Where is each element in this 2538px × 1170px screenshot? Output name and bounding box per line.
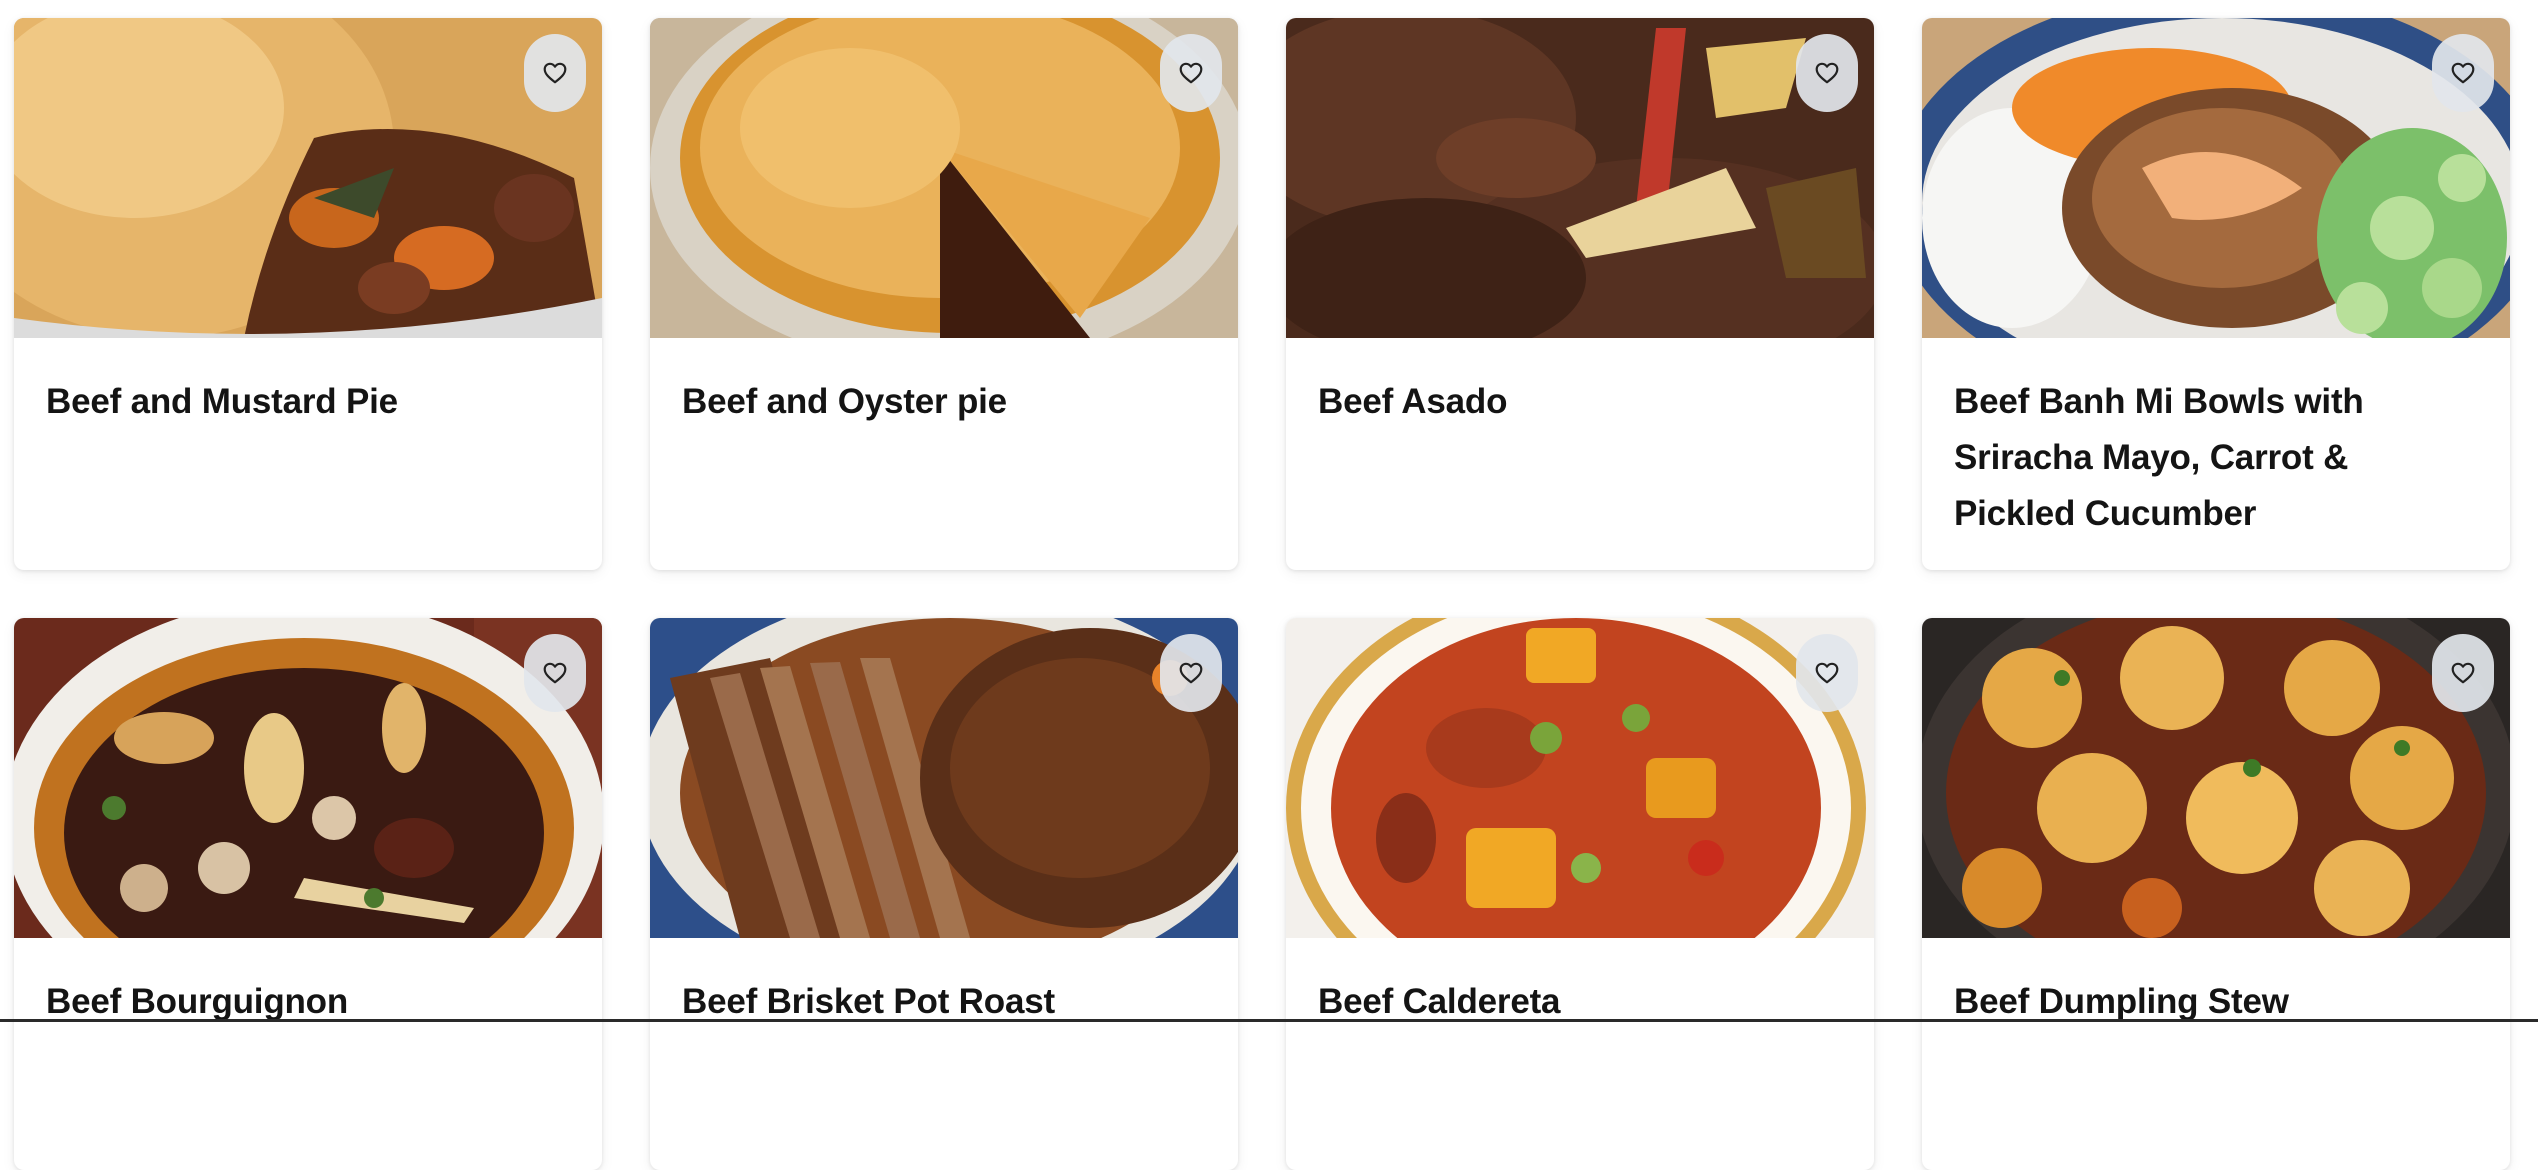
- recipe-title[interactable]: Beef and Mustard Pie: [14, 338, 602, 430]
- recipe-image[interactable]: [650, 18, 1238, 338]
- beef-caldereta-photo: [1286, 618, 1874, 938]
- recipe-card-beef-and-mustard-pie[interactable]: Beef and Mustard Pie: [14, 18, 602, 570]
- heart-outline-icon: [543, 662, 567, 684]
- recipe-card-beef-dumpling-stew[interactable]: Beef Dumpling Stew: [1922, 618, 2510, 1170]
- recipe-card-beef-bourguignon[interactable]: Beef Bourguignon: [14, 618, 602, 1170]
- heart-outline-icon: [1179, 662, 1203, 684]
- recipe-title[interactable]: Beef Asado: [1286, 338, 1874, 430]
- recipe-title[interactable]: Beef and Oyster pie: [650, 338, 1238, 430]
- heart-outline-icon: [1179, 62, 1203, 84]
- recipe-card-beef-asado[interactable]: Beef Asado: [1286, 18, 1874, 570]
- recipe-image[interactable]: [1286, 618, 1874, 938]
- recipe-image[interactable]: [14, 618, 602, 938]
- favorite-button[interactable]: [1160, 34, 1222, 112]
- heart-outline-icon: [2451, 662, 2475, 684]
- heart-outline-icon: [1815, 62, 1839, 84]
- beef-and-oyster-pie-photo: [650, 18, 1238, 338]
- favorite-button[interactable]: [1160, 634, 1222, 712]
- favorite-button[interactable]: [2432, 34, 2494, 112]
- favorite-button[interactable]: [1796, 634, 1858, 712]
- recipe-card-beef-and-oyster-pie[interactable]: Beef and Oyster pie: [650, 18, 1238, 570]
- recipe-card-beef-brisket-pot-roast[interactable]: Beef Brisket Pot Roast: [650, 618, 1238, 1170]
- recipe-image[interactable]: [1922, 618, 2510, 938]
- favorite-button[interactable]: [2432, 634, 2494, 712]
- heart-outline-icon: [1815, 662, 1839, 684]
- recipe-image[interactable]: [1922, 18, 2510, 338]
- beef-dumpling-stew-photo: [1922, 618, 2510, 938]
- beef-and-mustard-pie-photo: [14, 18, 602, 338]
- recipe-image[interactable]: [1286, 18, 1874, 338]
- recipe-title[interactable]: Beef Dumpling Stew: [1922, 938, 2510, 1030]
- beef-banh-mi-bowls-photo: [1922, 18, 2510, 338]
- recipe-image[interactable]: [650, 618, 1238, 938]
- recipe-card-beef-banh-mi-bowls[interactable]: Beef Banh Mi Bowls with Sriracha Mayo, C…: [1922, 18, 2510, 570]
- favorite-button[interactable]: [1796, 34, 1858, 112]
- beef-asado-photo: [1286, 18, 1874, 338]
- favorite-button[interactable]: [524, 34, 586, 112]
- beef-bourguignon-photo: [14, 618, 602, 938]
- beef-brisket-pot-roast-photo: [650, 618, 1238, 938]
- recipe-title[interactable]: Beef Caldereta: [1286, 938, 1874, 1030]
- heart-outline-icon: [2451, 62, 2475, 84]
- recipe-title[interactable]: Beef Banh Mi Bowls with Sriracha Mayo, C…: [1922, 338, 2510, 542]
- recipe-title[interactable]: Beef Brisket Pot Roast: [650, 938, 1238, 1030]
- recipe-image[interactable]: [14, 18, 602, 338]
- recipe-card-beef-caldereta[interactable]: Beef Caldereta: [1286, 618, 1874, 1170]
- heart-outline-icon: [543, 62, 567, 84]
- recipe-grid: Beef and Mustard Pie Beef and Oyster pie: [14, 18, 2510, 1170]
- recipe-title[interactable]: Beef Bourguignon: [14, 938, 602, 1030]
- favorite-button[interactable]: [524, 634, 586, 712]
